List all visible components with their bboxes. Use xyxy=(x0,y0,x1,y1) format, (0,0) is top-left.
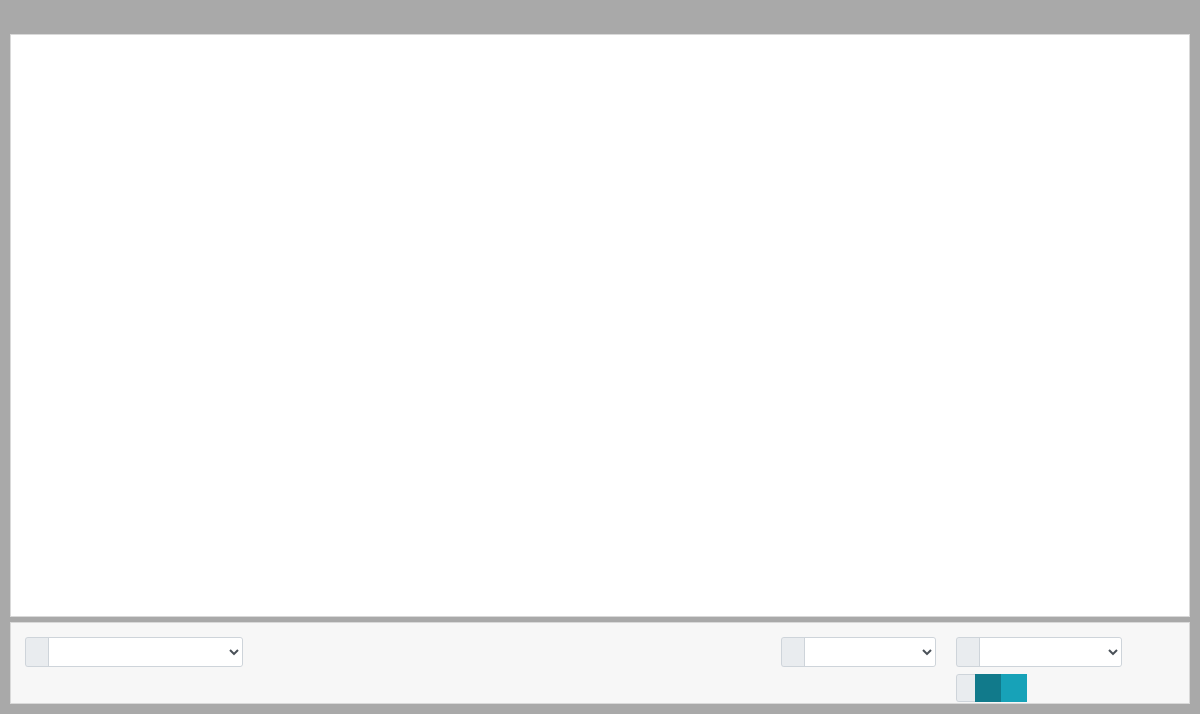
scale-label xyxy=(956,674,975,702)
data-select[interactable] xyxy=(804,637,936,667)
highlight-control-group xyxy=(25,637,243,667)
data-label xyxy=(781,637,804,667)
highlight-label xyxy=(25,637,48,667)
yaxis-select[interactable] xyxy=(979,637,1122,667)
log-scale-button[interactable] xyxy=(975,674,1001,702)
scale-control-group xyxy=(956,674,1027,702)
linear-scale-button[interactable] xyxy=(1001,674,1027,702)
chart-plot-area[interactable] xyxy=(11,35,1191,618)
highlight-select[interactable] xyxy=(48,637,243,667)
yaxis-label xyxy=(956,637,979,667)
chart-card xyxy=(10,34,1190,617)
yaxis-control-group xyxy=(956,637,1122,667)
data-control-group xyxy=(781,637,936,667)
app-root xyxy=(0,0,1200,714)
controls-panel xyxy=(10,622,1190,704)
